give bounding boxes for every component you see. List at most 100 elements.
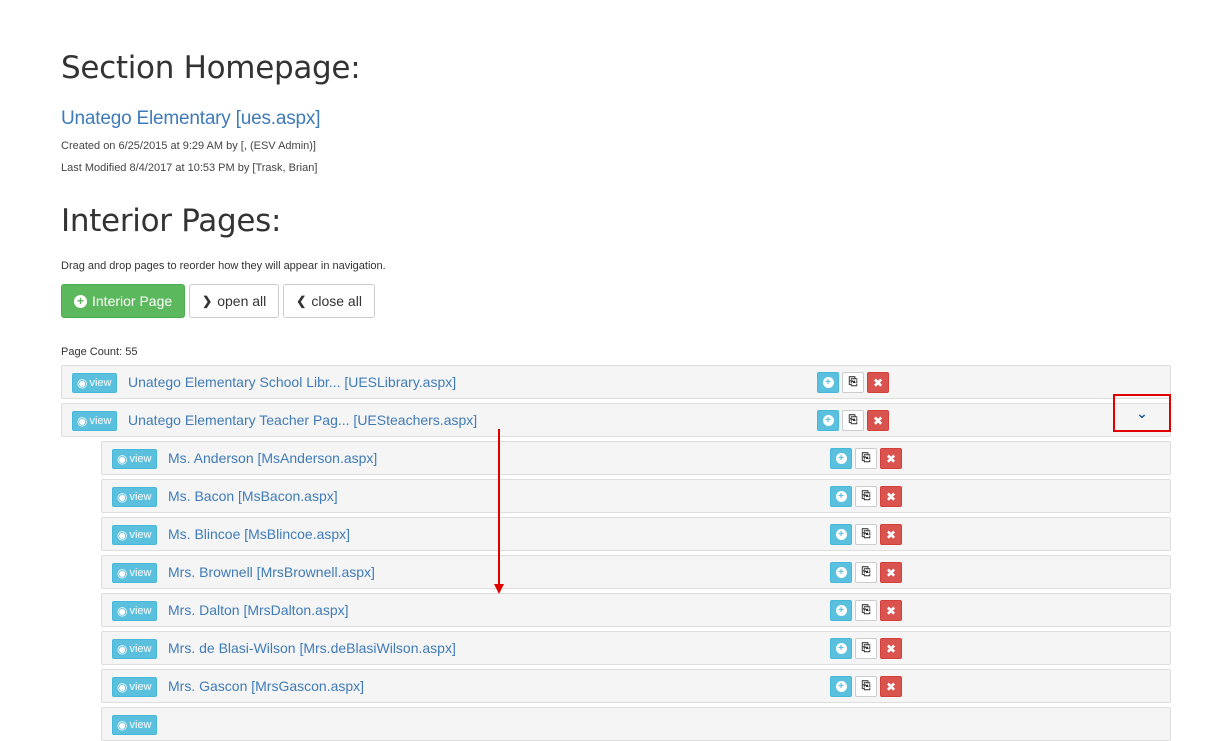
page-title-link[interactable]: Unatego Elementary School Libr... [UESLi…: [128, 374, 456, 390]
view-button[interactable]: ◉ view: [112, 449, 157, 469]
add-subpage-button[interactable]: +: [830, 562, 852, 583]
page-title-link[interactable]: Mrs. de Blasi-Wilson [Mrs.deBlasiWilson.…: [168, 640, 456, 656]
view-button[interactable]: ◉ view: [112, 525, 157, 545]
chevron-down-icon: ⌄: [1136, 404, 1148, 421]
add-subpage-button[interactable]: +: [817, 410, 839, 431]
page-row[interactable]: ◉ view Mrs. Brownell [MrsBrownell.aspx] +…: [101, 555, 1171, 589]
delete-button[interactable]: ✖: [880, 638, 902, 659]
copy-icon: ⎘: [848, 376, 858, 388]
row-actions: + ⎘ ✖: [830, 562, 902, 583]
view-button[interactable]: ◉ view: [112, 715, 157, 735]
copy-icon: ⎘: [861, 680, 871, 692]
remove-icon: ✖: [872, 413, 884, 428]
page-title-link[interactable]: Mrs. Dalton [MrsDalton.aspx]: [168, 602, 349, 618]
copy-button[interactable]: ⎘: [855, 638, 877, 659]
copy-button[interactable]: ⎘: [855, 562, 877, 583]
add-subpage-button[interactable]: +: [817, 372, 839, 393]
view-button[interactable]: ◉ view: [72, 411, 117, 431]
copy-button[interactable]: ⎘: [855, 524, 877, 545]
interior-pages-heading: Interior Pages:: [61, 203, 282, 239]
copy-icon: ⎘: [861, 452, 871, 464]
eye-icon: ◉: [117, 642, 128, 656]
copy-button[interactable]: ⎘: [855, 486, 877, 507]
plus-circle-icon: +: [835, 491, 847, 502]
view-button[interactable]: ◉ view: [72, 373, 117, 393]
add-subpage-button[interactable]: +: [830, 600, 852, 621]
copy-button[interactable]: ⎘: [842, 410, 864, 431]
copy-icon: ⎘: [861, 490, 871, 502]
delete-button[interactable]: ✖: [880, 600, 902, 621]
eye-icon: ◉: [117, 566, 128, 580]
copy-icon: ⎘: [861, 604, 871, 616]
row-actions: + ⎘ ✖: [817, 410, 889, 431]
row-actions: + ⎘ ✖: [830, 524, 902, 545]
chevron-right-icon: ❯: [202, 294, 213, 308]
delete-button[interactable]: ✖: [880, 448, 902, 469]
view-button[interactable]: ◉ view: [112, 639, 157, 659]
plus-circle-icon: +: [835, 643, 847, 654]
page-row[interactable]: ◉ view Mrs. Dalton [MrsDalton.aspx] + ⎘ ✖: [101, 593, 1171, 627]
page-row[interactable]: ◉ view Mrs. Gascon [MrsGascon.aspx] + ⎘ ✖: [101, 669, 1171, 703]
eye-icon: ◉: [77, 376, 88, 390]
remove-icon: ✖: [885, 527, 897, 542]
page-row[interactable]: ◉ view Unatego Elementary School Libr... …: [61, 365, 1171, 399]
eye-icon: ◉: [117, 604, 128, 618]
page-row[interactable]: ◉ view: [101, 707, 1171, 741]
plus-circle-icon: +: [835, 567, 847, 578]
open-all-button[interactable]: ❯ open all: [189, 284, 280, 318]
add-interior-page-button[interactable]: + Interior Page: [61, 284, 186, 318]
page-row[interactable]: ◉ view Ms. Bacon [MsBacon.aspx] + ⎘ ✖: [101, 479, 1171, 513]
copy-button[interactable]: ⎘: [855, 676, 877, 697]
homepage-link[interactable]: Unatego Elementary [ues.aspx]: [61, 108, 320, 130]
copy-button[interactable]: ⎘: [855, 448, 877, 469]
delete-button[interactable]: ✖: [880, 676, 902, 697]
copy-button[interactable]: ⎘: [855, 600, 877, 621]
view-button[interactable]: ◉ view: [112, 601, 157, 621]
page-row[interactable]: ◉ view Ms. Anderson [MsAnderson.aspx] + ⎘…: [101, 441, 1171, 475]
annotation-arrow-line: [498, 429, 500, 587]
close-all-label: close all: [311, 293, 362, 309]
add-subpage-button[interactable]: +: [830, 448, 852, 469]
copy-button[interactable]: ⎘: [842, 372, 864, 393]
delete-button[interactable]: ✖: [880, 524, 902, 545]
plus-circle-icon: +: [835, 681, 847, 692]
row-actions: + ⎘ ✖: [830, 600, 902, 621]
page-title-link[interactable]: Ms. Anderson [MsAnderson.aspx]: [168, 450, 377, 466]
plus-circle-icon: +: [74, 294, 87, 308]
page-title-link[interactable]: Mrs. Brownell [MrsBrownell.aspx]: [168, 564, 375, 580]
delete-button[interactable]: ✖: [880, 486, 902, 507]
delete-button[interactable]: ✖: [880, 562, 902, 583]
expand-toggle[interactable]: ⌄: [1113, 394, 1171, 432]
reorder-help-text: Drag and drop pages to reorder how they …: [61, 260, 386, 272]
remove-icon: ✖: [885, 603, 897, 618]
view-button[interactable]: ◉ view: [112, 487, 157, 507]
page-title-link[interactable]: Mrs. Gascon [MrsGascon.aspx]: [168, 678, 364, 694]
page-row[interactable]: ◉ view Mrs. de Blasi-Wilson [Mrs.deBlasiW…: [101, 631, 1171, 665]
remove-icon: ✖: [872, 375, 884, 390]
view-button[interactable]: ◉ view: [112, 677, 157, 697]
page-row[interactable]: ◉ view Ms. Blincoe [MsBlincoe.aspx] + ⎘ ✖: [101, 517, 1171, 551]
delete-button[interactable]: ✖: [867, 410, 889, 431]
delete-button[interactable]: ✖: [867, 372, 889, 393]
close-all-button[interactable]: ❮ close all: [283, 284, 375, 318]
add-subpage-button[interactable]: +: [830, 486, 852, 507]
remove-icon: ✖: [885, 641, 897, 656]
remove-icon: ✖: [885, 451, 897, 466]
page-row[interactable]: ◉ view Unatego Elementary Teacher Pag... …: [61, 403, 1171, 437]
eye-icon: ◉: [117, 718, 128, 732]
add-subpage-button[interactable]: +: [830, 638, 852, 659]
add-subpage-button[interactable]: +: [830, 524, 852, 545]
view-button[interactable]: ◉ view: [112, 563, 157, 583]
section-homepage-heading: Section Homepage:: [61, 50, 361, 86]
row-actions: + ⎘ ✖: [817, 372, 889, 393]
plus-circle-icon: +: [835, 453, 847, 464]
modified-info: Last Modified 8/4/2017 at 10:53 PM by [T…: [61, 162, 318, 174]
plus-circle-icon: +: [835, 529, 847, 540]
page-title-link[interactable]: Ms. Blincoe [MsBlincoe.aspx]: [168, 526, 350, 542]
copy-icon: ⎘: [861, 566, 871, 578]
created-info: Created on 6/25/2015 at 9:29 AM by [, (E…: [61, 140, 316, 152]
add-subpage-button[interactable]: +: [830, 676, 852, 697]
page-title-link[interactable]: Ms. Bacon [MsBacon.aspx]: [168, 488, 338, 504]
plus-circle-icon: +: [835, 605, 847, 616]
page-title-link[interactable]: Unatego Elementary Teacher Pag... [UESte…: [128, 412, 477, 428]
